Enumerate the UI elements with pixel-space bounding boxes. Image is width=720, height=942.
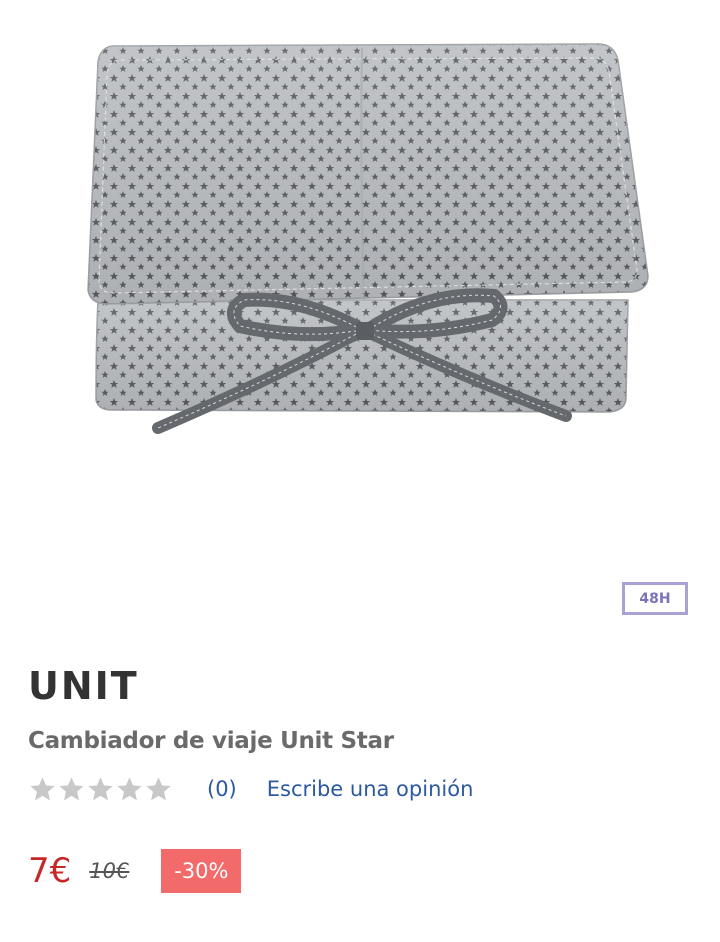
discount-badge: -30%	[161, 849, 242, 893]
product-page: 48H UNIT Cambiador de viaje Unit Star (0…	[0, 0, 720, 942]
brand-name[interactable]: UNIT	[28, 664, 139, 708]
write-review-link[interactable]: Escribe una opinión	[267, 777, 474, 801]
star-icon	[30, 776, 55, 800]
changing-pad-illustration	[87, 43, 649, 434]
original-price: 10€	[89, 859, 130, 883]
star-icon	[146, 776, 171, 800]
product-title: Cambiador de viaje Unit Star	[28, 728, 394, 754]
product-image[interactable]	[0, 0, 720, 560]
price-row: 7€ 10€ -30%	[28, 848, 242, 894]
star-icon	[88, 776, 113, 800]
star-icon	[59, 776, 84, 800]
current-price: 7€	[28, 851, 72, 891]
rating-stars	[28, 775, 173, 804]
rating-row: (0) Escribe una opinión	[28, 772, 473, 806]
review-count[interactable]: (0)	[207, 777, 237, 801]
delivery-48h-badge: 48H	[622, 582, 688, 615]
star-icon	[117, 776, 142, 800]
